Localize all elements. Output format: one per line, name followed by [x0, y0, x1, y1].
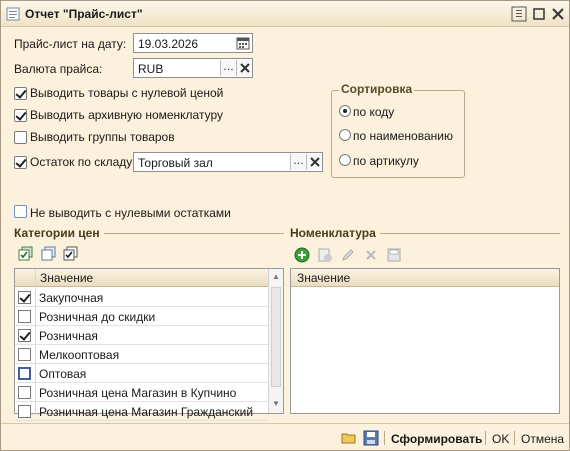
footer-bar: Сформировать OK Отмена	[1, 423, 569, 451]
row-label: Розничная до скидки	[39, 310, 156, 324]
footer-separator	[514, 431, 515, 445]
stock-checkbox[interactable]	[14, 156, 27, 169]
sort-by-name-radio[interactable]	[339, 129, 351, 141]
open-folder-icon[interactable]	[341, 430, 357, 449]
row-checkbox[interactable]	[18, 386, 31, 399]
table-row[interactable]: Розничная цена Магазин в Купчино	[15, 383, 268, 402]
scroll-down-icon[interactable]: ▼	[269, 396, 283, 412]
row-label: Розничная цена Магазин в Купчино	[39, 386, 237, 400]
scroll-up-icon[interactable]: ▲	[269, 269, 283, 285]
column-header-value: Значение	[40, 271, 94, 285]
groups-checkbox[interactable]	[14, 131, 27, 144]
sort-by-code-label: по коду	[353, 105, 395, 119]
table-row[interactable]: Мелкооптовая	[15, 345, 268, 364]
table-row[interactable]: Розничная до скидки	[15, 307, 268, 326]
archive-checkbox[interactable]	[14, 109, 27, 122]
add-copy-icon[interactable]	[317, 247, 333, 263]
stock-value: Торговый зал	[138, 156, 213, 170]
table-header: Значение	[15, 269, 268, 287]
maximize-icon[interactable]	[531, 6, 547, 22]
sort-by-article-radio[interactable]	[339, 154, 351, 166]
title-bar: Отчет "Прайс-лист"	[1, 1, 569, 27]
no-zero-stock-checkbox[interactable]	[14, 205, 27, 218]
date-value: 19.03.2026	[138, 37, 199, 51]
groups-label: Выводить группы товаров	[30, 130, 175, 144]
clear-icon[interactable]	[306, 154, 322, 170]
row-checkbox[interactable]	[18, 405, 31, 418]
window-title: Отчет "Прайс-лист"	[25, 7, 143, 21]
stock-field[interactable]: Торговый зал …	[133, 152, 323, 172]
edit-icon[interactable]	[340, 247, 356, 263]
sort-title: Сортировка	[339, 82, 415, 96]
select-button[interactable]: …	[220, 60, 236, 76]
price-categories-title: Категории цен	[14, 226, 100, 240]
stock-label: Остаток по складу	[30, 155, 133, 169]
footer-separator	[384, 431, 385, 445]
nomenclature-table: Значение	[290, 268, 560, 414]
date-label: Прайс-лист на дату:	[14, 37, 127, 51]
row-label: Розничная цена Магазин Гражданский	[39, 405, 254, 419]
no-zero-stock-label: Не выводить с нулевыми остатками	[30, 206, 231, 220]
save-icon[interactable]	[363, 430, 379, 449]
section-divider	[104, 233, 284, 234]
archive-label: Выводить архивную номенклатуру	[30, 108, 224, 122]
table-row[interactable]: Розничная	[15, 326, 268, 345]
select-button[interactable]: …	[290, 154, 306, 170]
table-row[interactable]: Оптовая	[15, 364, 268, 383]
zero-price-label: Выводить товары с нулевой ценой	[30, 86, 224, 100]
column-header-value: Значение	[297, 271, 351, 285]
date-field[interactable]: 19.03.2026	[133, 33, 253, 53]
row-label: Оптовая	[39, 367, 87, 381]
uncheck-all-icon[interactable]	[41, 246, 57, 262]
help-icon[interactable]	[511, 6, 527, 22]
row-checkbox[interactable]	[18, 329, 31, 342]
generate-button[interactable]: Сформировать	[391, 432, 482, 446]
close-icon[interactable]	[550, 6, 566, 22]
row-label: Розничная	[39, 329, 98, 343]
scroll-thumb[interactable]	[271, 287, 281, 387]
currency-label: Валюта прайса:	[14, 62, 103, 76]
nomenclature-title: Номенклатура	[290, 226, 376, 240]
zero-price-checkbox[interactable]	[14, 87, 27, 100]
add-icon[interactable]	[294, 247, 310, 263]
table-header: Значение	[291, 269, 559, 287]
footer-separator	[485, 431, 486, 445]
table-row[interactable]: Закупочная	[15, 288, 268, 307]
sort-by-name-label: по наименованию	[353, 129, 453, 143]
row-label: Мелкооптовая	[39, 348, 120, 362]
ok-button[interactable]: OK	[492, 432, 509, 446]
vertical-scrollbar[interactable]: ▲ ▼	[268, 269, 283, 413]
row-checkbox[interactable]	[18, 291, 31, 304]
price-categories-table: Значение Закупочная Розничная до скидки Ро…	[14, 268, 284, 421]
sort-by-code-radio[interactable]	[339, 105, 351, 117]
row-checkbox[interactable]	[18, 348, 31, 361]
report-icon	[6, 7, 20, 21]
sort-by-article-label: по артикулу	[353, 154, 419, 168]
section-divider	[380, 233, 560, 234]
currency-value: RUB	[138, 62, 164, 76]
report-window: Отчет "Прайс-лист" Прайс-лист на дату: 1…	[0, 0, 570, 451]
row-checkbox[interactable]	[18, 367, 31, 380]
invert-check-icon[interactable]	[63, 246, 79, 262]
table-row[interactable]: Розничная цена Магазин Гражданский	[15, 402, 268, 421]
delete-icon[interactable]	[363, 247, 379, 263]
currency-field[interactable]: RUB …	[133, 58, 253, 78]
save-list-icon[interactable]	[386, 247, 402, 263]
row-checkbox[interactable]	[18, 310, 31, 323]
check-all-icon[interactable]	[18, 246, 34, 262]
cancel-button[interactable]: Отмена	[521, 432, 564, 446]
row-label: Закупочная	[39, 291, 104, 305]
clear-icon[interactable]	[236, 60, 252, 76]
calendar-icon[interactable]	[236, 36, 250, 53]
